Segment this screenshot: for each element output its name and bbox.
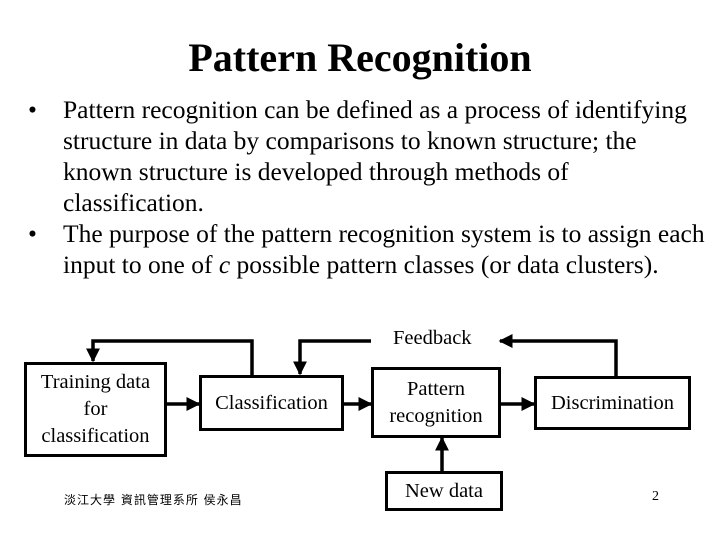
diagram-connectors [86, 334, 618, 471]
node-pattern-recognition: Pattern recognition [371, 367, 501, 438]
node-pattern-line: recognition [389, 404, 483, 427]
node-training-line: classification [41, 425, 150, 447]
feedback-label: Feedback [393, 327, 472, 349]
node-training-data: Training data for classification [24, 362, 167, 457]
node-training-line: Training data [40, 371, 151, 393]
node-classification: Classification [199, 375, 344, 431]
node-discrimination: Discrimination [534, 376, 691, 430]
node-discrimination-label: Discrimination [551, 391, 674, 414]
node-new-data: New data [385, 471, 503, 511]
node-new-data-label: New data [405, 479, 483, 502]
node-pattern-line: Pattern [406, 377, 466, 400]
page-number: 2 [652, 489, 659, 504]
node-training-line: for [83, 398, 108, 420]
edge-feedback-to-classification [293, 339, 371, 376]
edge-discrimination-to-feedback [498, 334, 618, 376]
node-classification-label: Classification [215, 391, 328, 414]
footer-author: 淡江大學 資訊管理系所 侯永昌 [64, 493, 243, 507]
